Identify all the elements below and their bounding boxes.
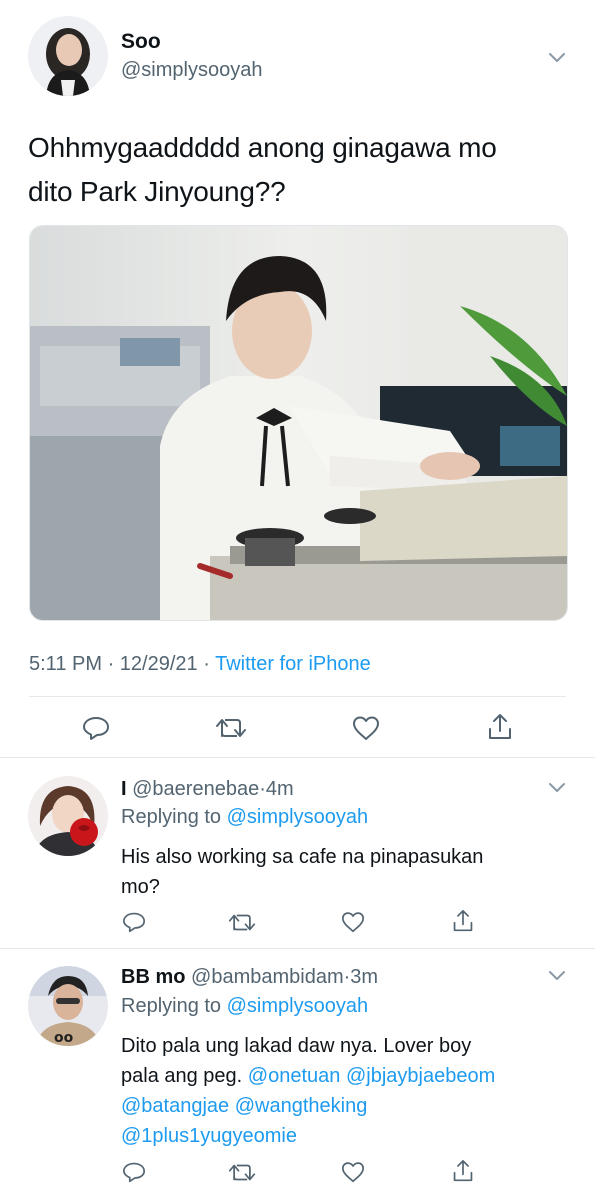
like-icon[interactable]: [350, 714, 382, 742]
retweet-icon[interactable]: [227, 1160, 257, 1184]
tweet-text-line-2: dito Park Jinyoung??: [28, 176, 286, 207]
reply-header: BB mo @bambambidam·3m: [121, 966, 378, 989]
chevron-down-icon[interactable]: [545, 776, 569, 800]
reply-icon[interactable]: [121, 1160, 147, 1184]
reply-header: I @baerenebae·4m: [121, 778, 294, 801]
replying-to-mention[interactable]: @simplysooyah: [227, 995, 368, 1017]
reply-text-line-4: @1plus1yugyeomie: [121, 1121, 495, 1151]
section-divider: [0, 757, 595, 758]
reply-author-name[interactable]: BB mo: [121, 966, 185, 988]
reply-avatar-image: [28, 776, 108, 856]
tweet-date: 12/29/21: [119, 653, 198, 675]
replying-to-label: Replying to: [121, 995, 222, 1017]
tweet-media-image[interactable]: [29, 225, 568, 621]
reply-text-line-1: His also working sa cafe na pinapasukan: [121, 846, 484, 868]
share-icon[interactable]: [450, 1158, 476, 1184]
reply-text-line-2: pala ang peg. @onetuan @jbjaybjaebeom: [121, 1061, 495, 1091]
replying-to-label: Replying to: [121, 806, 222, 828]
svg-text:oo: oo: [54, 1030, 74, 1046]
author-handle[interactable]: @simplysooyah: [121, 59, 262, 82]
like-icon[interactable]: [340, 910, 366, 934]
author-avatar-image: [28, 16, 108, 96]
tweet-source-link[interactable]: Twitter for iPhone: [215, 653, 371, 675]
tweet-meta: 5:11 PM · 12/29/21 · Twitter for iPhone: [29, 653, 371, 676]
mention-link[interactable]: @jbjaybjaebeom: [346, 1065, 495, 1087]
replying-to: Replying to @simplysooyah: [121, 995, 368, 1018]
replying-to: Replying to @simplysooyah: [121, 806, 368, 829]
reply-text-line-2: mo?: [121, 876, 160, 898]
mention-link[interactable]: @1plus1yugyeomie: [121, 1125, 297, 1147]
retweet-icon[interactable]: [227, 910, 257, 934]
meta-separator: ·: [203, 653, 210, 675]
author-name[interactable]: Soo: [121, 30, 161, 54]
reply-age: 4m: [265, 778, 294, 800]
reply-text-line-3: @batangjae @wangtheking: [121, 1091, 495, 1121]
reply-icon[interactable]: [121, 910, 147, 934]
reply-avatar-image: oo: [28, 966, 108, 1046]
meta-divider: [29, 696, 566, 697]
chevron-down-icon[interactable]: [545, 964, 569, 988]
author-avatar[interactable]: [28, 16, 108, 96]
reply-text-plain: pala ang peg.: [121, 1065, 243, 1087]
reply-separator: ·: [259, 778, 266, 800]
like-icon[interactable]: [340, 1160, 366, 1184]
mention-link[interactable]: @wangtheking: [235, 1095, 368, 1117]
tweet-time: 5:11 PM: [29, 653, 102, 675]
reply-icon[interactable]: [80, 714, 112, 742]
tweet-media-photo: [30, 226, 567, 620]
meta-separator: ·: [107, 653, 115, 675]
reply-text: Dito pala ung lakad daw nya. Lover boy p…: [121, 1031, 495, 1151]
reply-age: 3m: [350, 966, 379, 988]
mention-link[interactable]: @onetuan: [248, 1065, 341, 1087]
retweet-icon[interactable]: [214, 714, 248, 742]
reply-text: His also working sa cafe na pinapasukan …: [121, 842, 483, 902]
reply-divider: [0, 948, 595, 949]
replying-to-mention[interactable]: @simplysooyah: [227, 806, 368, 828]
tweet-text-line-1: Ohhmygaaddddd anong ginagawa mo: [28, 132, 497, 163]
reply-avatar[interactable]: oo: [28, 966, 108, 1046]
reply-author-handle[interactable]: @baerenebae: [132, 778, 259, 800]
reply-text-line-1: Dito pala ung lakad daw nya. Lover boy: [121, 1035, 472, 1057]
chevron-down-icon[interactable]: [545, 46, 569, 70]
share-icon[interactable]: [484, 712, 516, 742]
tweet-text: Ohhmygaaddddd anong ginagawa mo dito Par…: [28, 126, 497, 214]
reply-avatar[interactable]: [28, 776, 108, 856]
mention-link[interactable]: @batangjae: [121, 1095, 229, 1117]
reply-author-name[interactable]: I: [121, 778, 127, 800]
share-icon[interactable]: [450, 908, 476, 934]
reply-author-handle[interactable]: @bambambidam: [191, 966, 344, 988]
